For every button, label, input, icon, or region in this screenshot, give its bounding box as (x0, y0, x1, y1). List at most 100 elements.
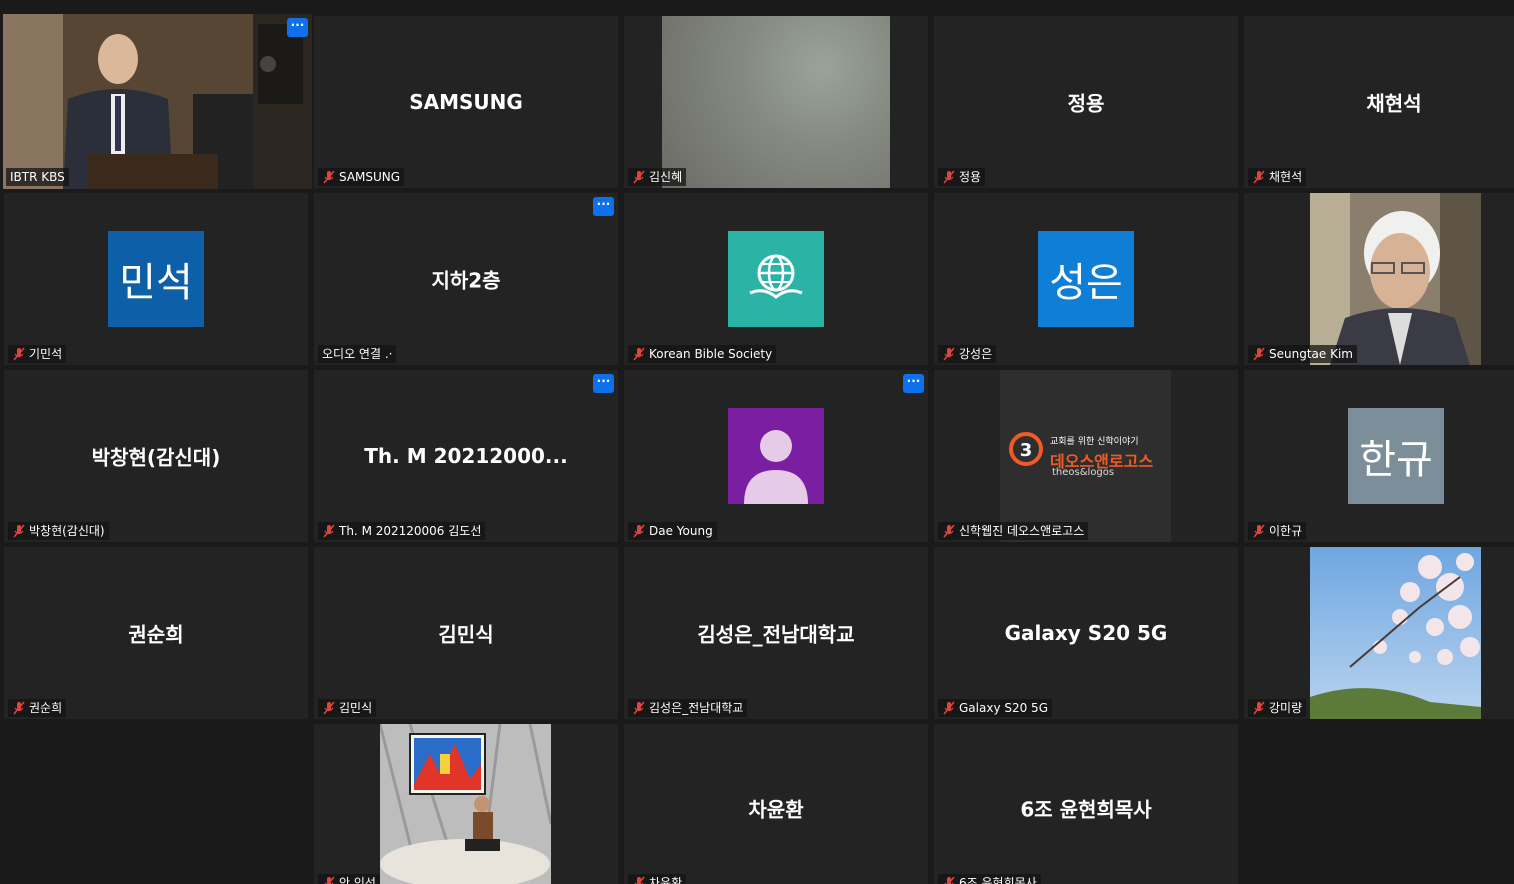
globe-book-icon (749, 254, 803, 299)
mic-muted-icon (942, 876, 956, 884)
participant-tile-kangseongeun[interactable]: 성은 강성은 (934, 193, 1238, 365)
mic-muted-icon (632, 347, 646, 361)
participant-name-tag: 김신혜 (628, 168, 687, 186)
video-gallery: ··· IBTR KBS SAMSUNG SAMSUNG 김신혜 정용 정용 채… (0, 0, 1514, 884)
participant-tile-kbs[interactable]: Korean Bible Society (624, 193, 928, 365)
avatar: 한규 (1348, 408, 1444, 504)
mic-muted-icon (322, 876, 336, 884)
mic-muted-icon (942, 347, 956, 361)
mic-muted-icon (632, 876, 646, 884)
participant-display-name: Galaxy S20 5G (1004, 621, 1168, 645)
person-icon (744, 430, 808, 504)
participant-tile-kiminseok[interactable]: 민석 기민석 (4, 193, 308, 365)
participant-display-name: 차윤환 (748, 797, 804, 822)
participant-tile-chaehyunseok[interactable]: 채현석 채현석 (1244, 16, 1514, 188)
participant-name: Th. M 202120006 김도선 (339, 524, 482, 538)
participant-name: 강미량 (1269, 701, 1303, 715)
participant-name-tag: 안 인선 (318, 874, 380, 884)
participant-name: 강성은 (959, 347, 993, 361)
theos-logo-mark-icon: 3 (1009, 432, 1043, 466)
theos-logo-title-b: 로고스 (1108, 452, 1154, 471)
participant-name: 차윤환 (649, 876, 683, 884)
participant-name-tag: 오디오 연결 .· (318, 345, 397, 363)
participant-name-tag: IBTR KBS (6, 168, 69, 186)
participant-name-tag: 강미량 (1248, 699, 1307, 717)
participant-name-tag: 차윤환 (628, 874, 687, 884)
cherry-blossom-photo (1310, 547, 1481, 719)
participant-name-tag: Th. M 202120006 김도선 (318, 522, 486, 540)
participant-tile-samsung[interactable]: SAMSUNG SAMSUNG (314, 16, 618, 188)
participant-tile-ibtr[interactable]: ··· IBTR KBS (3, 14, 312, 189)
mic-muted-icon (1252, 170, 1266, 184)
mic-muted-icon (942, 524, 956, 538)
participant-display-name: 정용 (1067, 91, 1105, 116)
participant-tile-kimsinhye[interactable]: 김신혜 (624, 16, 928, 188)
theos-logo-subtitle: theos&logos (1052, 467, 1115, 478)
avatar-initials: 한규 (1359, 437, 1433, 483)
participant-tile-thm[interactable]: ··· Th. M 20212000... Th. M 202120006 김도… (314, 370, 618, 542)
participant-tile-kwonsoonhee[interactable]: 권순희 권순희 (4, 547, 308, 719)
avatar (728, 231, 824, 327)
participant-tile-jiha2[interactable]: ··· 지하2층 오디오 연결 .· (314, 193, 618, 365)
participant-display-name: 박창현(감신대) (91, 445, 221, 470)
mic-muted-icon (322, 524, 336, 538)
mic-muted-icon (12, 701, 26, 715)
participant-name: 김신혜 (649, 170, 683, 184)
participant-tile-theos[interactable]: 3 교회를 위한 신학이야기 데오스앤로고스 theos&logos 신학웹진 … (934, 370, 1238, 542)
participant-display-name: 김성은_전남대학교 (697, 622, 855, 647)
theos-logo-tagline: 교회를 위한 신학이야기 (1050, 437, 1139, 447)
participant-tile-galaxy[interactable]: Galaxy S20 5G Galaxy S20 5G (934, 547, 1238, 719)
mic-muted-icon (632, 170, 646, 184)
theos-logo: 3 교회를 위한 신학이야기 데오스앤로고스 theos&logos (1000, 370, 1171, 542)
participant-name-tag: 강성은 (938, 345, 997, 363)
participant-name: 6조 윤현희목사 (959, 876, 1037, 884)
participant-tile-chayunhwan[interactable]: 차윤환 차윤환 (624, 724, 928, 884)
more-options-button[interactable]: ··· (903, 374, 924, 393)
participant-tile-kangmiryang[interactable]: 강미량 (1244, 547, 1514, 719)
participant-name-tag: Galaxy S20 5G (938, 699, 1052, 717)
participant-name: 기민석 (29, 347, 63, 361)
participant-name-tag: 이한규 (1248, 522, 1307, 540)
mic-muted-icon (12, 347, 26, 361)
more-options-button[interactable]: ··· (593, 197, 614, 216)
participant-tile-leehangyu[interactable]: 한규 이한규 (1244, 370, 1514, 542)
participant-name: 정용 (959, 170, 982, 184)
participant-name-tag: 신학웹진 데오스앤로고스 (938, 522, 1089, 540)
participant-display-name: SAMSUNG (409, 90, 523, 114)
participant-display-name: 채현석 (1366, 91, 1422, 116)
mic-muted-icon (942, 170, 956, 184)
participant-name: Seungtae Kim (1269, 347, 1353, 361)
avatar (728, 408, 824, 504)
mic-muted-icon (1252, 524, 1266, 538)
participant-name-tag: Seungtae Kim (1248, 345, 1357, 363)
participant-display-name: 6조 윤현희목사 (1020, 797, 1152, 822)
more-options-button[interactable]: ··· (593, 374, 614, 393)
participant-name: 신학웹진 데오스앤로고스 (959, 524, 1085, 538)
participant-name: Galaxy S20 5G (959, 701, 1048, 715)
participant-tile-aninseon[interactable]: 안 인선 (314, 724, 618, 884)
participant-name-tag: 6조 윤현희목사 (938, 874, 1041, 884)
participant-tile-daeyoung[interactable]: ··· Dae Young (624, 370, 928, 542)
participant-tile-seungtae[interactable]: Seungtae Kim (1244, 193, 1514, 365)
participant-name-tag: 기민석 (8, 345, 67, 363)
participant-name: Dae Young (649, 524, 713, 538)
participant-name: 안 인선 (339, 876, 376, 884)
participant-display-name: 김민식 (438, 622, 494, 647)
participant-name: SAMSUNG (339, 170, 401, 184)
participant-name: 채현석 (1269, 170, 1303, 184)
participant-display-name: Th. M 20212000... (364, 444, 568, 468)
speaker-video (3, 14, 312, 189)
participant-tile-kimseongeun[interactable]: 김성은_전남대학교 김성은_전남대학교 (624, 547, 928, 719)
participant-tile-parkchanghyun[interactable]: 박창현(감신대) 박창현(감신대) (4, 370, 308, 542)
blurred-video (662, 16, 890, 188)
participant-name-tag: 채현석 (1248, 168, 1307, 186)
participant-name: 박창현(감신대) (29, 524, 105, 538)
participant-display-name: 지하2층 (431, 268, 501, 293)
participant-tile-kimminsik[interactable]: 김민식 김민식 (314, 547, 618, 719)
participant-tile-jeongyong[interactable]: 정용 정용 (934, 16, 1238, 188)
participant-photo (1310, 193, 1481, 365)
avatar-initials: 성은 (1049, 260, 1123, 306)
mic-muted-icon (1252, 347, 1266, 361)
more-options-button[interactable]: ··· (287, 18, 308, 37)
participant-tile-yunhyunhee[interactable]: 6조 윤현희목사 6조 윤현희목사 (934, 724, 1238, 884)
